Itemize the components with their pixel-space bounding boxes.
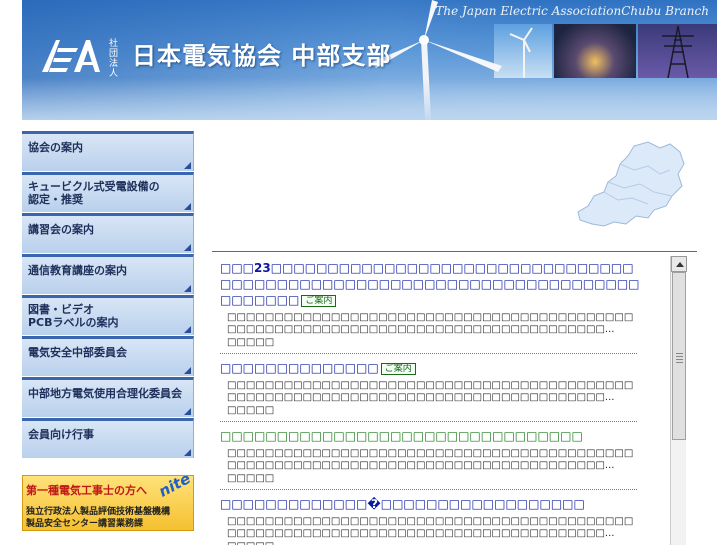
scroll-up-arrow-icon[interactable] xyxy=(671,256,687,272)
news-body: □□□□□□□□□□□□□□□□□□□□□□□□□□□□□□□□□□□□□□□□… xyxy=(227,380,634,403)
guide-button[interactable]: ご案内 xyxy=(380,362,416,375)
nav-association-info[interactable]: 協会の案内 xyxy=(22,131,194,171)
news-separator xyxy=(220,353,637,354)
news-more-text: □□□□□ xyxy=(220,540,640,545)
corner-arrow-icon xyxy=(184,203,191,210)
news-body: □□□□□□□□□□□□□□□□□□□□□□□□□□□□□□□□□□□□□□□□… xyxy=(227,312,634,335)
corner-arrow-icon xyxy=(184,408,191,415)
nav-label: 電気安全中部委員会 xyxy=(28,346,127,359)
news-title-link[interactable]: □□□□□□□□□□□□□□□□□□□□□□□□□□□□□□□□ xyxy=(220,428,640,444)
grip-icon xyxy=(676,353,683,363)
news-body: □□□□□□□□□□□□□□□□□□□□□□□□□□□□□□□□□□□□□□□□… xyxy=(227,448,634,471)
corner-arrow-icon xyxy=(184,449,191,456)
news-title-link[interactable]: □□□□□□□□□□□□□□ ご案内 xyxy=(220,360,640,376)
nav-correspondence-course[interactable]: 通信教育講座の案内 xyxy=(22,254,194,294)
ad-dept-line: 製品安全センター講習業務課 xyxy=(26,519,144,529)
chubu-map-icon xyxy=(577,141,685,227)
news-item: □□□□□□□□□□□□□□□□□□□□□□□□□□□□□□□□ □□□□□□□… xyxy=(220,428,640,490)
jea-logo-icon xyxy=(42,40,100,72)
nite-logo-icon: nite xyxy=(155,475,194,501)
news-title-text: □□□□□□□□□□□□□□□□□□□□□□□□□□□□□□□□ xyxy=(220,429,583,443)
news-scroll-area[interactable]: □□□23□□□□□□□□□□□□□□□□□□□□□□□□□□□□□□□□□□□… xyxy=(212,256,686,545)
corner-arrow-icon xyxy=(184,285,191,292)
content-divider xyxy=(212,251,697,252)
nav-label: 通信教育講座の案内 xyxy=(28,264,127,277)
electrician-course-banner[interactable]: 第一種電気工事士の方へ 独立行政法人製品評価技術基盤機構 製品安全センター講習業… xyxy=(22,475,194,531)
nav-cubicle-certification[interactable]: キュービクル式受電設備の 認定・推奨 xyxy=(22,172,194,212)
news-list: □□□23□□□□□□□□□□□□□□□□□□□□□□□□□□□□□□□□□□□… xyxy=(220,260,640,545)
nav-member-events[interactable]: 会員向け行事 xyxy=(22,418,194,458)
corner-arrow-icon xyxy=(184,244,191,251)
nav-label: 図書・ビデオ PCBラベルの案内 xyxy=(28,303,119,329)
sidebar-spacer xyxy=(22,459,194,475)
sidebar-nav: 協会の案内 キュービクル式受電設備の 認定・推奨 講習会の案内 通信教育講座の案… xyxy=(22,131,194,531)
nav-label: 講習会の案内 xyxy=(28,223,94,236)
news-item: □□□23□□□□□□□□□□□□□□□□□□□□□□□□□□□□□□□□□□□… xyxy=(220,260,640,354)
news-title-text: □□□□□□□□□□□□□□ xyxy=(220,361,379,375)
nav-label: キュービクル式受電設備の 認定・推奨 xyxy=(28,180,160,206)
news-separator xyxy=(220,421,637,422)
nav-electrical-safety-committee[interactable]: 電気安全中部委員会 xyxy=(22,336,194,376)
corner-arrow-icon xyxy=(184,162,191,169)
nav-label: 会員向け行事 xyxy=(28,428,94,441)
ad-headline: 第一種電気工事士の方へ xyxy=(26,484,147,497)
night-city-photo xyxy=(554,24,636,78)
power-tower-photo xyxy=(638,24,717,79)
guide-button[interactable]: ご案内 xyxy=(301,294,337,307)
nav-label: 協会の案内 xyxy=(28,141,83,154)
nav-label: 中部地方電気使用合理化委員会 xyxy=(28,387,182,400)
nav-rationalization-committee[interactable]: 中部地方電気使用合理化委員会 xyxy=(22,377,194,417)
corp-type-label: 社団法人 xyxy=(109,39,119,79)
news-title-text: □□□□□□□□□□□□□�□□□□□□□□□□□□□□□□□□ xyxy=(220,497,585,511)
site-title: 日本電気協会 中部支部 xyxy=(132,41,392,70)
news-title-text: □□□23□□□□□□□□□□□□□□□□□□□□□□□□□□□□□□□□□□□… xyxy=(220,261,640,307)
news-more-text: □□□□□ xyxy=(227,473,275,484)
nav-books-video-pcb[interactable]: 図書・ビデオ PCBラベルの案内 xyxy=(22,295,194,335)
news-title-link[interactable]: □□□□□□□□□□□□□�□□□□□□□□□□□□□□□□□□ xyxy=(220,496,640,512)
news-scrollbar[interactable] xyxy=(670,256,687,545)
news-more-text: □□□□□ xyxy=(227,405,275,416)
news-separator xyxy=(220,489,637,490)
banner-bottom-strip xyxy=(22,78,717,120)
news-body: □□□□□□□□□□□□□□□□□□□□□□□□□□□□□□□□□□□□□□□□… xyxy=(227,516,634,539)
news-title-link[interactable]: □□□23□□□□□□□□□□□□□□□□□□□□□□□□□□□□□□□□□□□… xyxy=(220,260,640,308)
site-tagline: The Japan Electric AssociationChubu Bran… xyxy=(435,4,709,18)
header-banner: The Japan Electric AssociationChubu Bran… xyxy=(22,0,717,120)
news-item: □□□□□□□□□□□□□□ ご案内 □□□□□□□□□□□□□□□□□□□□□□… xyxy=(220,360,640,422)
corner-arrow-icon xyxy=(184,326,191,333)
corner-arrow-icon xyxy=(184,367,191,374)
news-item: □□□□□□□□□□□□□�□□□□□□□□□□□□□□□□□□ □□□□□□□… xyxy=(220,496,640,545)
nav-seminar-info[interactable]: 講習会の案内 xyxy=(22,213,194,253)
scroll-thumb[interactable] xyxy=(672,272,686,440)
news-more-text: □□□□□ xyxy=(227,337,275,348)
